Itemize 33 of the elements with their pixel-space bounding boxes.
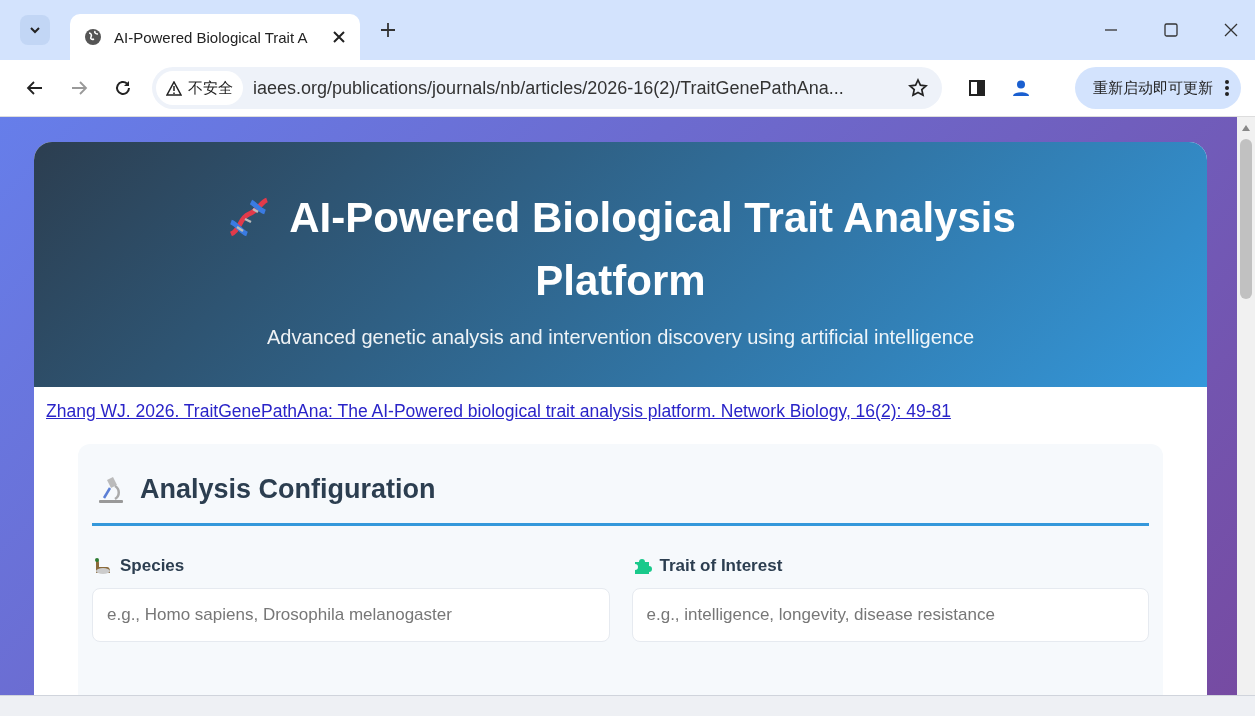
- close-tab-icon[interactable]: [332, 30, 346, 44]
- text-input-field[interactable]: e.g., intelligence, longevity, disease resistance: [631, 588, 1149, 642]
- security-label: 不安全: [188, 78, 233, 98]
- close-window-icon[interactable]: [1223, 22, 1239, 38]
- tab-title: AI-Powered Biological Trait A: [114, 28, 309, 46]
- security-chip[interactable]: 不安全: [156, 71, 243, 105]
- more-menu-icon: [1225, 80, 1229, 96]
- forward-arrow-icon[interactable]: [70, 79, 88, 97]
- tab-search-button[interactable]: [20, 15, 50, 45]
- back-arrow-icon[interactable]: [26, 79, 44, 97]
- page-title: AI-Powered Biological Trait Analysis Platform: [289, 194, 1016, 304]
- update-button[interactable]: 重新启动即可更新: [1075, 67, 1241, 109]
- chevron-down-icon: [29, 24, 41, 36]
- reload-icon[interactable]: [114, 79, 132, 97]
- text-input-field[interactable]: e.g., Homo sapiens, Drosophila melanogaster: [92, 588, 610, 642]
- page-subtitle: Advanced genetic analysis and intervention discovery using artificial intelligence: [265, 326, 976, 349]
- maximize-icon[interactable]: [1163, 22, 1179, 38]
- side-panel-icon[interactable]: [968, 79, 986, 97]
- scroll-up-icon[interactable]: [1242, 125, 1250, 131]
- new-tab-icon[interactable]: [380, 22, 396, 38]
- profile-icon[interactable]: [1012, 79, 1030, 97]
- field-label: Trait of Interest: [659, 556, 783, 576]
- microscope-icon: [96, 474, 126, 505]
- scrollbar-thumb[interactable]: [1240, 139, 1252, 299]
- browser-tab[interactable]: AI-Powered Biological Trait A: [70, 14, 360, 60]
- section-title: Analysis Configuration: [140, 474, 436, 505]
- warning-icon: [166, 80, 182, 96]
- field-label: Species: [120, 556, 185, 576]
- address-text[interactable]: iaees.org/publications/journals/nb/articles/2026-16(2)/TraitGenePathAna...: [253, 77, 898, 99]
- globe-icon: [84, 28, 102, 46]
- citation-link[interactable]: Zhang WJ. 2026. TraitGenePathAna: The AI-Powered biological trait analysis platform. Network Biology, 16(2): 49-81: [46, 401, 951, 421]
- star-icon[interactable]: [908, 78, 928, 98]
- scrollbar[interactable]: [1237, 117, 1255, 695]
